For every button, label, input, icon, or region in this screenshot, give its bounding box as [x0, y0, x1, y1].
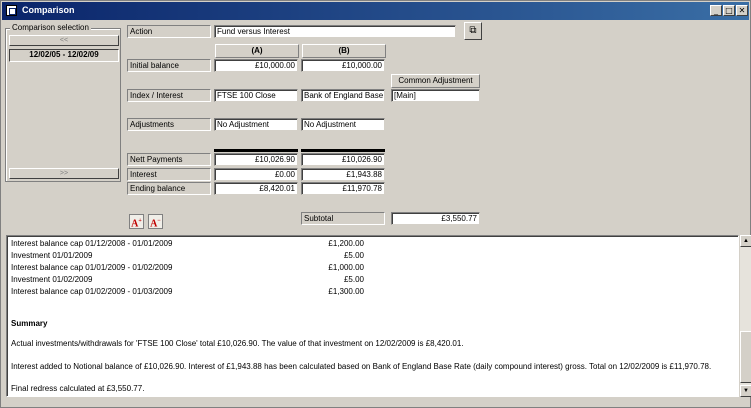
initial-balance-a-field[interactable]: £10,000.00 — [214, 59, 298, 72]
decrease-font-icon[interactable]: A− — [148, 214, 163, 229]
ending-balance-a-field[interactable]: £8,420.01 — [214, 182, 298, 195]
ledger-line: Interest balance cap 01/01/2009 - 01/02/… — [11, 263, 173, 272]
adjustments-a-field[interactable]: No Adjustment — [214, 118, 298, 131]
scroll-up-icon[interactable]: ▲ — [740, 235, 751, 247]
window-title: Comparison — [22, 5, 75, 15]
next-button[interactable]: >> — [9, 168, 119, 179]
summary-line-investments: Actual investments/withdrawals for 'FTSE… — [11, 339, 464, 348]
summary-heading: Summary — [11, 319, 48, 328]
column-a-separator — [214, 149, 298, 152]
interest-label: Interest — [127, 168, 211, 181]
nett-payments-b-field[interactable]: £10,026.90 — [301, 153, 385, 166]
copy-icon[interactable]: ⧉ — [464, 22, 482, 40]
initial-balance-label: Initial balance — [127, 59, 211, 72]
nett-payments-a-field[interactable]: £10,026.90 — [214, 153, 298, 166]
action-field[interactable]: Fund versus Interest — [214, 25, 456, 38]
minimize-button[interactable]: _ — [710, 5, 722, 16]
column-a-header: (A) — [215, 44, 299, 58]
common-adjustment-header: Common Adjustment — [391, 74, 480, 88]
ledger-amount: £1,200.00 — [328, 239, 364, 248]
increase-font-icon[interactable]: A+ — [129, 214, 144, 229]
ledger-line: Investment 01/02/2009 — [11, 275, 93, 284]
report-text-area[interactable]: Interest balance cap 01/12/2008 - 01/01/… — [6, 235, 739, 397]
interest-b-field[interactable]: £1,943.88 — [301, 168, 385, 181]
previous-button[interactable]: << — [9, 35, 119, 46]
action-label: Action — [127, 25, 211, 38]
comparison-window: Comparison _ □ ✕ Comparison selection <<… — [0, 0, 751, 408]
interest-a-field[interactable]: £0.00 — [214, 168, 298, 181]
ending-balance-b-field[interactable]: £11,970.78 — [301, 182, 385, 195]
ledger-amount: £5.00 — [343, 275, 364, 284]
subtotal-field[interactable]: £3,550.77 — [391, 212, 480, 225]
initial-balance-b-field[interactable]: £10,000.00 — [301, 59, 385, 72]
ledger-amount: £5.00 — [343, 251, 364, 260]
summary-line-redress: Final redress calculated at £3,550.77. — [11, 384, 145, 393]
index-b-field[interactable]: Bank of England Base — [301, 89, 385, 102]
ledger-line: Interest balance cap 01/12/2008 - 01/01/… — [11, 239, 173, 248]
column-b-header: (B) — [302, 44, 386, 58]
scroll-down-icon[interactable]: ▼ — [740, 385, 751, 397]
common-adjustment-field[interactable]: [Main] — [391, 89, 480, 102]
maximize-button[interactable]: □ — [723, 5, 735, 16]
comparison-list-item[interactable]: 12/02/05 - 12/02/09 — [9, 49, 119, 62]
window-icon — [6, 5, 17, 16]
adjustments-label: Adjustments — [127, 118, 211, 131]
ledger-amount: £1,000.00 — [328, 263, 364, 272]
title-bar[interactable]: Comparison _ □ ✕ — [2, 2, 749, 20]
close-button[interactable]: ✕ — [736, 5, 748, 16]
scroll-thumb[interactable] — [740, 331, 751, 383]
index-interest-label: Index / Interest — [127, 89, 211, 102]
index-a-field[interactable]: FTSE 100 Close — [214, 89, 298, 102]
nett-payments-label: Nett Payments — [127, 153, 211, 166]
ledger-amount: £1,300.00 — [328, 287, 364, 296]
ledger-line: Interest balance cap 01/02/2009 - 01/03/… — [11, 287, 173, 296]
comparison-selection-label: Comparison selection — [10, 23, 91, 32]
report-scrollbar[interactable]: ▲ ▼ — [739, 235, 751, 397]
ledger-line: Investment 01/01/2009 — [11, 251, 93, 260]
subtotal-label: Subtotal — [301, 212, 385, 225]
column-b-separator — [301, 149, 385, 152]
summary-line-interest: Interest added to Notional balance of £1… — [11, 362, 712, 371]
adjustments-b-field[interactable]: No Adjustment — [301, 118, 385, 131]
ending-balance-label: Ending balance — [127, 182, 211, 195]
